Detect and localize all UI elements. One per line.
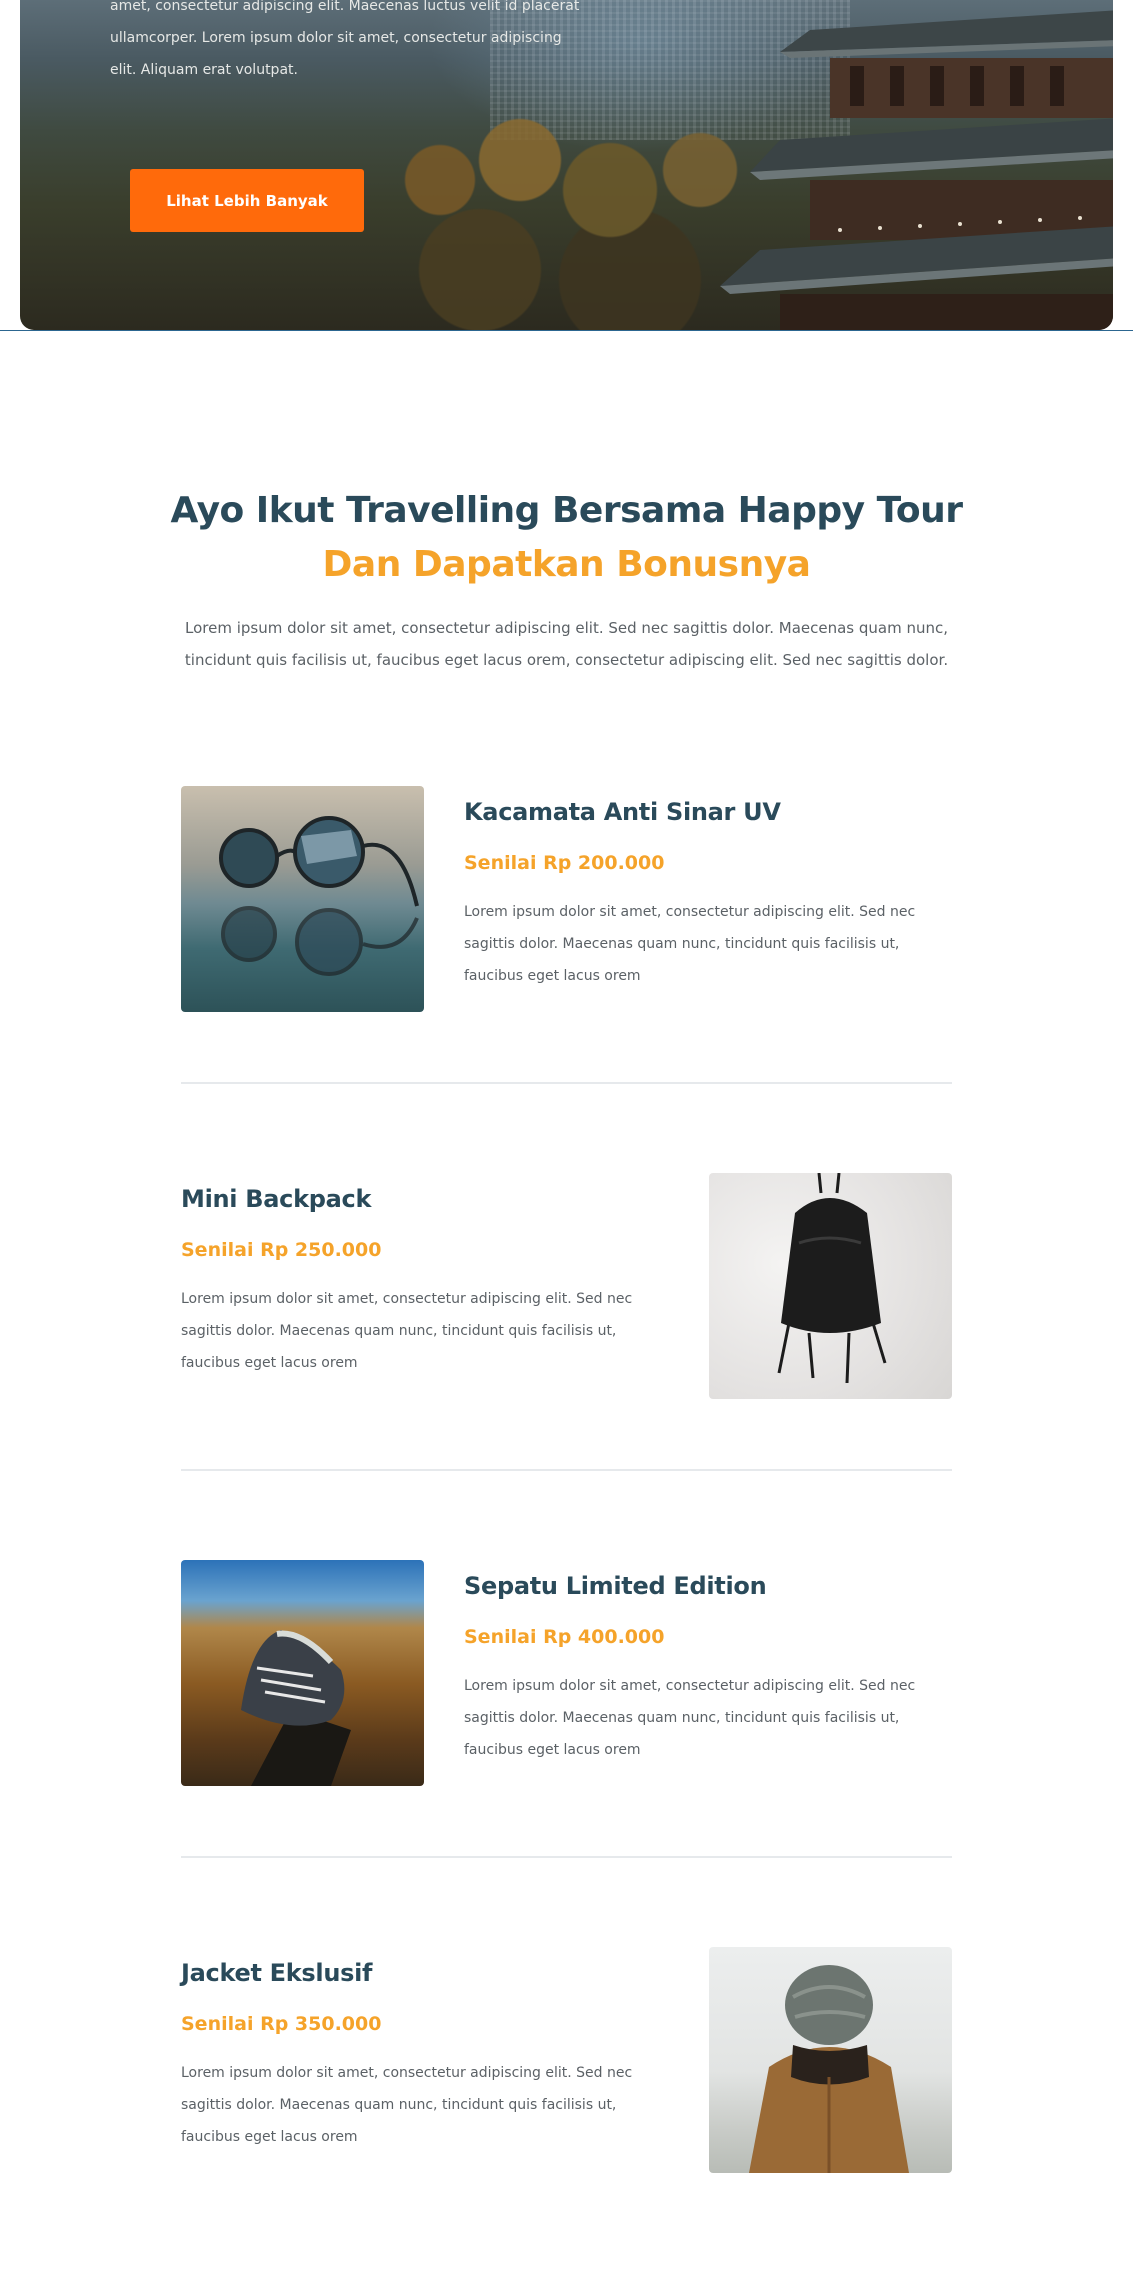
jacket-image [709,1947,952,2173]
hero-banner: amet, consectetur adipiscing elit. Maece… [20,0,1113,330]
divider [181,1856,952,1858]
hero-section: amet, consectetur adipiscing elit. Maece… [0,0,1133,331]
sneakers-image [181,1560,424,1786]
product-card: Sepatu Limited Edition Senilai Rp 400.00… [181,1560,952,1788]
divider [181,1082,952,1084]
section-title: Ayo Ikut Travelling Bersama Happy Tour D… [0,484,1133,592]
product-description: Lorem ipsum dolor sit amet, consectetur … [464,1678,916,1758]
sunglasses-image [181,786,424,1012]
product-name: Mini Backpack [181,1185,372,1213]
section-title-line2: Dan Dapatkan Bonusnya [322,544,811,585]
product-info: Sepatu Limited Edition Senilai Rp 400.00… [464,1560,924,1766]
product-info: Jacket Ekslusif Senilai Rp 350.000 Lorem… [181,1947,641,2153]
product-price: Senilai Rp 350.000 [181,2013,382,2035]
product-card: Kacamata Anti Sinar UV Senilai Rp 200.00… [181,786,952,1014]
section-title-line1: Ayo Ikut Travelling Bersama Happy Tour [170,490,963,531]
product-name: Sepatu Limited Edition [464,1572,767,1600]
product-name: Kacamata Anti Sinar UV [464,798,781,826]
product-price: Senilai Rp 200.000 [464,852,665,874]
product-description: Lorem ipsum dolor sit amet, consectetur … [181,2065,633,2145]
product-name: Jacket Ekslusif [181,1959,373,1987]
product-price: Senilai Rp 250.000 [181,1239,382,1261]
product-card: Mini Backpack Senilai Rp 250.000 Lorem i… [181,1173,952,1401]
pagoda-image [720,10,1113,330]
product-info: Kacamata Anti Sinar UV Senilai Rp 200.00… [464,786,924,992]
section-description: Lorem ipsum dolor sit amet, consectetur … [184,619,949,669]
product-description: Lorem ipsum dolor sit amet, consectetur … [464,904,916,984]
backpack-image [709,1173,952,1399]
divider [181,1469,952,1471]
product-description: Lorem ipsum dolor sit amet, consectetur … [181,1291,633,1371]
product-info: Mini Backpack Senilai Rp 250.000 Lorem i… [181,1173,641,1379]
see-more-button[interactable]: Lihat Lebih Banyak [130,169,364,232]
product-price: Senilai Rp 400.000 [464,1626,665,1648]
product-card: Jacket Ekslusif Senilai Rp 350.000 Lorem… [181,1947,952,2175]
hero-description: amet, consectetur adipiscing elit. Maece… [110,0,580,78]
